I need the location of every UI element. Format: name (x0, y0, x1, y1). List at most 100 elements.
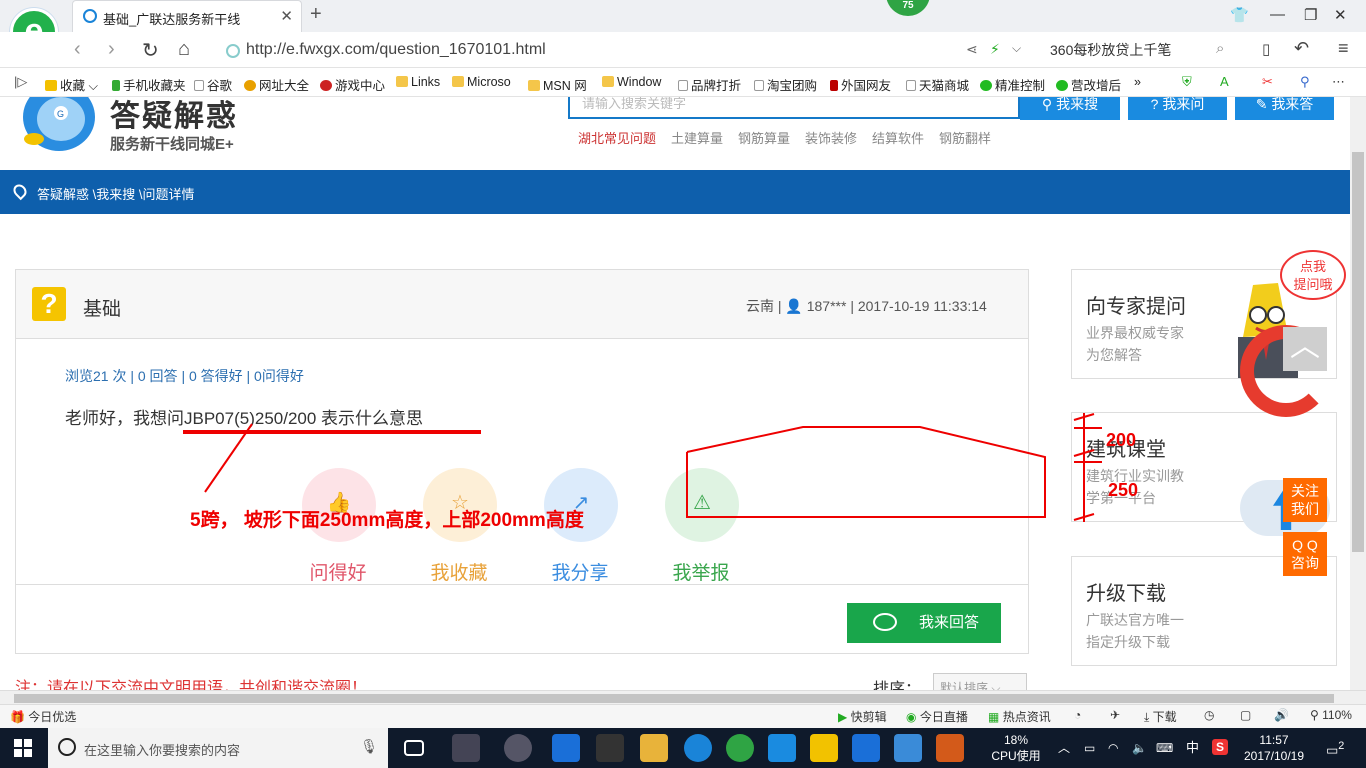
back-to-top-button[interactable]: ︿ (1283, 327, 1327, 371)
app-icon[interactable] (768, 734, 796, 762)
tab-active[interactable]: 基础_广联达服务新干线 ✕ (72, 0, 302, 32)
keyboard-icon[interactable]: ⌨ (1156, 740, 1173, 756)
quick-clip[interactable]: ▶ 快剪辑 (838, 708, 887, 725)
menu-icon[interactable]: ≡ (1338, 38, 1349, 59)
pdf-icon[interactable] (936, 734, 964, 762)
phone-icon[interactable]: ▯ (1262, 40, 1270, 58)
speed-icon[interactable]: ◔ (1074, 708, 1081, 722)
pin-icon[interactable]: ✈ (1110, 708, 1120, 722)
forward-icon[interactable]: › (108, 38, 115, 61)
qq-consult-button[interactable]: Q Q 咨询 (1283, 532, 1327, 576)
site-search-input[interactable]: 请输入搜索关键字 (568, 97, 1020, 119)
hot-link[interactable]: 结算软件 (872, 128, 924, 147)
bookmark-item[interactable]: 外国网友 (830, 75, 891, 94)
vertical-scrollbar[interactable] (1350, 97, 1366, 690)
volume-icon[interactable]: 🔈 (1132, 740, 1147, 756)
bookmark-item[interactable]: 游戏中心 (320, 75, 385, 94)
magnifier-icon[interactable]: ⚲ (1300, 74, 1310, 90)
store-icon[interactable] (596, 734, 624, 762)
glodon-icon[interactable] (852, 734, 880, 762)
edge-icon[interactable] (552, 734, 580, 762)
search-button[interactable]: ⚲ 我来搜 (1020, 97, 1120, 120)
taskbar-search-input[interactable]: 在这里输入你要搜索的内容 🎙 (48, 728, 388, 768)
zoom-level[interactable]: ⚲ 110% (1310, 708, 1352, 722)
hot-news[interactable]: ▦ 热点资讯 (988, 708, 1051, 725)
download-status[interactable]: ⤓ 下载 (1144, 708, 1177, 725)
task-view-icon[interactable] (404, 740, 424, 756)
search-icon[interactable]: ⌕ (1216, 40, 1224, 57)
battery-icon[interactable]: ▭ (1084, 740, 1095, 756)
hot-link[interactable]: 湖北常见问题 (578, 128, 656, 147)
bookmark-item[interactable]: 精准控制 (980, 75, 1045, 94)
shield-icon[interactable]: ⛨ (1182, 74, 1192, 90)
bookmark-item[interactable]: 网址大全 (244, 75, 309, 94)
grid-icon[interactable]: ⋯ (1332, 74, 1345, 90)
tray-chevron-icon[interactable]: ︿ (1058, 740, 1070, 756)
search-suggestion[interactable]: 360每秒放贷上千笔 (1050, 40, 1171, 60)
sidebar-toggle-icon[interactable]: |▷ (14, 74, 27, 90)
ask-button[interactable]: ? 我来问 (1128, 97, 1227, 120)
today-live[interactable]: ◉ 今日直播 (906, 708, 968, 725)
answer-button[interactable]: 我来回答 (847, 603, 1001, 643)
reload-icon[interactable]: ↻ (142, 38, 159, 63)
chevron-down-icon[interactable]: ⌵ (1012, 41, 1021, 56)
share-icon[interactable]: ⋖ (966, 41, 978, 58)
more-bookmarks[interactable]: » (1134, 75, 1141, 89)
shirt-icon[interactable]: 👕 (1230, 6, 1249, 24)
site-mascot-logo[interactable]: G (14, 97, 104, 159)
windows-start-icon[interactable] (14, 739, 32, 757)
restore-icon[interactable]: ❐ (1304, 6, 1317, 24)
address-bar[interactable]: http://e.fwxgx.com/question_1670101.html (226, 39, 946, 63)
360-browser-icon[interactable] (726, 734, 754, 762)
hot-link[interactable]: 装饰装修 (805, 128, 857, 147)
close-icon[interactable]: ✕ (280, 7, 293, 25)
bookmark-item[interactable]: Links (396, 75, 440, 89)
follow-us-button[interactable]: 关注 我们 (1283, 478, 1327, 522)
favorite-label[interactable]: 我收藏 (409, 558, 509, 585)
bookmark-item[interactable]: Window (602, 75, 661, 89)
file-explorer-icon[interactable] (640, 734, 668, 762)
answer-top-button[interactable]: ✎ 我来答 (1235, 97, 1334, 120)
audio-icon[interactable]: 🔊 (1274, 708, 1289, 722)
notification-center[interactable]: ▭2 (1326, 738, 1344, 758)
today-picks[interactable]: 🎁 今日优选 (10, 708, 76, 725)
hot-link[interactable]: 土建算量 (671, 128, 723, 147)
like-question-label[interactable]: 问得好 (288, 558, 388, 585)
horizontal-scrollbar[interactable] (0, 690, 1366, 705)
ime-indicator[interactable]: 中 (1186, 740, 1199, 756)
new-tab-button[interactable]: + (310, 3, 322, 26)
bookmark-item[interactable]: 淘宝团购 (754, 75, 817, 94)
share-label[interactable]: 我分享 (530, 558, 630, 585)
bookmark-item[interactable]: 营改增后 (1056, 75, 1121, 94)
history-icon[interactable]: ◷ (1204, 708, 1214, 722)
scissors-icon[interactable]: ✂ (1262, 74, 1273, 90)
bookmark-item[interactable]: 品牌打折 (678, 75, 741, 94)
bookmark-item[interactable]: 谷歌 (194, 75, 232, 94)
undo-icon[interactable]: ↶ (1294, 38, 1309, 59)
translate-icon[interactable]: A (1220, 74, 1229, 89)
home-icon[interactable]: ⌂ (178, 38, 190, 61)
ask-tip-bubble[interactable]: 点我 提问哦 (1280, 250, 1346, 300)
microphone-icon[interactable]: 🎙 (360, 738, 378, 755)
bookmark-item[interactable]: 手机收藏夹 (112, 75, 186, 94)
back-icon[interactable]: ‹ (74, 38, 81, 61)
app-icon[interactable] (504, 734, 532, 762)
app-icon[interactable] (894, 734, 922, 762)
window-icon[interactable]: ▢ (1240, 708, 1251, 722)
wifi-icon[interactable]: ◠ (1108, 740, 1118, 756)
ie-icon[interactable] (684, 734, 712, 762)
window-close-icon[interactable]: ✕ (1334, 6, 1347, 24)
cpu-usage[interactable]: 18% CPU使用 (990, 732, 1042, 764)
hot-link[interactable]: 钢筋翻样 (939, 128, 991, 147)
app-icon[interactable] (452, 734, 480, 762)
minimize-icon[interactable]: — (1270, 6, 1285, 23)
report-label[interactable]: 我举报 (651, 558, 751, 585)
bookmark-item[interactable]: 天猫商城 (906, 75, 969, 94)
bookmark-item[interactable]: MSN 网 (528, 75, 587, 94)
clock[interactable]: 11:57 2017/10/19 (1238, 732, 1310, 764)
report-button[interactable]: ⚠ (665, 468, 739, 542)
sogou-icon[interactable]: S (1212, 739, 1228, 755)
hot-link[interactable]: 钢筋算量 (738, 128, 790, 147)
bolt-icon[interactable]: ⚡ (990, 41, 1000, 58)
app-icon[interactable] (810, 734, 838, 762)
